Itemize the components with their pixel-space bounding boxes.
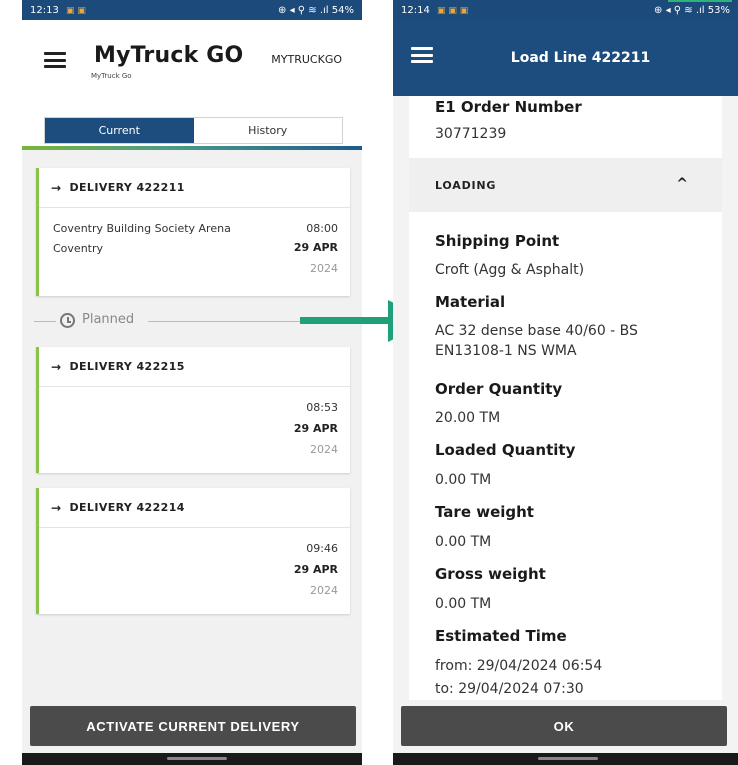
separator-line xyxy=(148,321,322,322)
section-title: LOADING xyxy=(435,179,497,192)
status-icons-group: ⊕ ◂ ⚲ ≋ .ıl 54% xyxy=(278,5,354,16)
status-time-group: 12:13 ▣ ▣ xyxy=(30,5,86,16)
status-time: 12:14 xyxy=(401,4,430,16)
order-number-value: 30771239 xyxy=(435,126,507,142)
status-bar: 12:13 ▣ ▣ ⊕ ◂ ⚲ ≋ .ıl 54% xyxy=(22,0,362,20)
arrow-right-icon: → xyxy=(51,180,62,195)
delivery-card-header[interactable]: → DELIVERY 422215 xyxy=(39,347,350,387)
arrow-right-icon: → xyxy=(51,359,62,374)
tab-bar: Current History xyxy=(44,117,343,144)
delivery-city: Coventry xyxy=(53,242,104,255)
loading-section-header[interactable]: LOADING ^ xyxy=(409,158,722,212)
app-header: MyTruck GO MyTruck Go MYTRUCKGO Current … xyxy=(22,20,362,146)
tare-weight-value: 0.00 TM xyxy=(435,534,492,550)
ok-button[interactable]: OK xyxy=(401,706,727,746)
notification-icons: ▣ ▣ xyxy=(66,5,86,16)
notification-icons: ▣ ▣ ▣ xyxy=(437,5,469,16)
order-quantity-label: Order Quantity xyxy=(435,380,563,398)
delivery-card-body: 09:46 29 APR 2024 xyxy=(39,528,350,614)
status-time: 12:13 xyxy=(30,4,59,16)
delivery-card[interactable]: → DELIVERY 422215 08:53 29 APR 2024 xyxy=(36,347,350,473)
arrow-right-icon: → xyxy=(51,500,62,515)
delivery-location: Coventry Building Society Arena xyxy=(53,222,231,235)
left-phone-screen: 12:13 ▣ ▣ ⊕ ◂ ⚲ ≋ .ıl 54% MyTruck GO MyT… xyxy=(22,0,362,765)
hamburger-icon[interactable] xyxy=(44,52,66,68)
page-title: Load Line 422211 xyxy=(510,50,651,66)
delivery-date: 29 APR xyxy=(293,563,338,576)
signal-icons: ⊕ ◂ ⚲ ≋ .ıl xyxy=(654,4,705,16)
planned-label: Planned xyxy=(82,312,135,327)
material-value-line1: AC 32 dense base 40/60 - BS xyxy=(435,323,638,339)
screenshot-composite: 12:13 ▣ ▣ ⊕ ◂ ⚲ ≋ .ıl 54% MyTruck GO MyT… xyxy=(0,0,738,765)
loaded-quantity-label: Loaded Quantity xyxy=(435,441,576,459)
chevron-up-icon[interactable]: ^ xyxy=(676,176,688,192)
home-indicator[interactable] xyxy=(167,757,227,760)
gross-weight-value: 0.00 TM xyxy=(435,596,492,612)
estimated-time-from: from: 29/04/2024 06:54 xyxy=(435,658,603,674)
delivery-time: 08:53 xyxy=(306,401,338,414)
loaded-quantity-value: 0.00 TM xyxy=(435,472,492,488)
delivery-date: 29 APR xyxy=(293,241,338,254)
system-nav-bar xyxy=(22,753,362,765)
delivery-title: DELIVERY 422211 xyxy=(69,181,185,194)
app-title: MyTruck GO xyxy=(94,43,244,68)
delivery-year: 2024 xyxy=(310,262,338,275)
delivery-card-body: 08:53 29 APR 2024 xyxy=(39,387,350,473)
system-nav-bar xyxy=(393,753,738,765)
delivery-card-header[interactable]: → DELIVERY 422211 xyxy=(39,168,350,208)
signal-icons: ⊕ ◂ ⚲ ≋ .ıl xyxy=(278,4,329,16)
home-indicator[interactable] xyxy=(538,757,598,760)
status-time-group: 12:14 ▣ ▣ ▣ xyxy=(401,5,468,16)
delivery-card-header[interactable]: → DELIVERY 422214 xyxy=(39,488,350,528)
delivery-time: 09:46 xyxy=(306,542,338,555)
material-value-line2: EN13108-1 NS WMA xyxy=(435,343,577,359)
activate-current-delivery-button[interactable]: ACTIVATE CURRENT DELIVERY xyxy=(30,706,356,746)
order-number-label: E1 Order Number xyxy=(435,98,582,116)
delivery-card[interactable]: → DELIVERY 422214 09:46 29 APR 2024 xyxy=(36,488,350,614)
status-bar: 12:14 ▣ ▣ ▣ ⊕ ◂ ⚲ ≋ .ıl 53% xyxy=(393,0,738,20)
separator-line xyxy=(34,321,56,322)
tab-current[interactable]: Current xyxy=(45,118,194,143)
shipping-point-label: Shipping Point xyxy=(435,232,560,250)
right-phone-screen: 12:14 ▣ ▣ ▣ ⊕ ◂ ⚲ ≋ .ıl 53% Load Line 42… xyxy=(393,0,738,765)
delivery-card[interactable]: → DELIVERY 422211 Coventry Building Soci… xyxy=(36,168,350,296)
estimated-time-label: Estimated Time xyxy=(435,627,567,645)
delivery-title: DELIVERY 422214 xyxy=(69,501,185,514)
clock-icon xyxy=(60,313,75,328)
delivery-title: DELIVERY 422215 xyxy=(69,360,185,373)
app-subtitle: MyTruck Go xyxy=(91,72,132,80)
battery-level: 54% xyxy=(331,4,354,16)
tare-weight-label: Tare weight xyxy=(435,503,534,521)
material-label: Material xyxy=(435,293,506,311)
delivery-year: 2024 xyxy=(310,443,338,456)
shipping-point-value: Croft (Agg & Asphalt) xyxy=(435,262,585,278)
load-line-details: E1 Order Number 30771239 LOADING ^ Shipp… xyxy=(409,96,722,700)
account-name[interactable]: MYTRUCKGO xyxy=(271,53,342,66)
delivery-time: 08:00 xyxy=(306,222,338,235)
delivery-date: 29 APR xyxy=(293,422,338,435)
delivery-year: 2024 xyxy=(310,584,338,597)
header-accent-bar xyxy=(22,146,362,150)
order-quantity-value: 20.00 TM xyxy=(435,410,501,426)
status-icons-group: ⊕ ◂ ⚲ ≋ .ıl 53% xyxy=(654,5,730,16)
corner-highlight xyxy=(668,0,732,2)
tab-history[interactable]: History xyxy=(194,118,343,143)
gross-weight-label: Gross weight xyxy=(435,565,546,583)
estimated-time-to: to: 29/04/2024 07:30 xyxy=(435,681,584,697)
app-header: Load Line 422211 xyxy=(393,20,738,96)
delivery-card-body: Coventry Building Society Arena Coventry… xyxy=(39,208,350,296)
battery-level: 53% xyxy=(707,4,730,16)
